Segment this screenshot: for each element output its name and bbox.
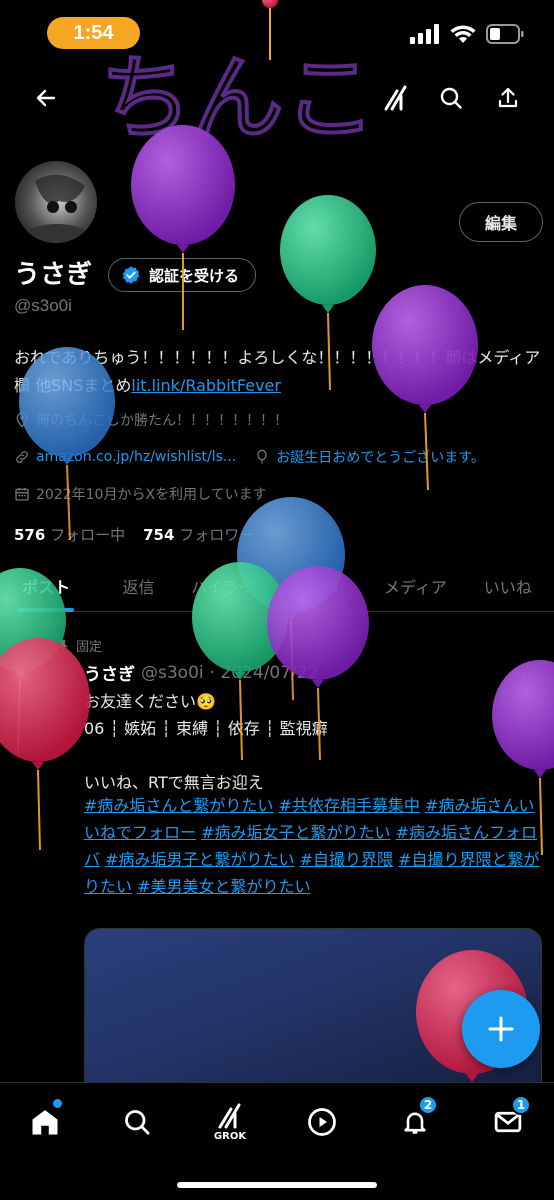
search-icon (440, 87, 462, 109)
post-hashtags: #病み垢さんと繋がりたい #共依存相手募集中 #病み垢さんいいねでフォロー #病… (84, 792, 546, 900)
compose-button[interactable] (462, 990, 540, 1068)
tab-posts[interactable]: ポスト (0, 560, 92, 612)
post-author-handle[interactable]: @s3o0i (141, 663, 204, 683)
nav-grok[interactable]: GROK (205, 1097, 255, 1147)
hashtag[interactable]: #病み垢男子と繋がりたい (105, 850, 294, 869)
hashtag[interactable]: #自撮り界隈 (300, 850, 393, 869)
back-button[interactable] (26, 78, 66, 118)
home-icon (32, 1110, 58, 1135)
grok-label: GROK (213, 1130, 247, 1142)
scribble-text: ちんこ (100, 45, 376, 150)
profile-location: 俺のちんこしか勝たん！！！！！！！！ (14, 410, 288, 430)
drawing-overlay: ちんこ (98, 43, 378, 150)
home-unread-dot (53, 1099, 62, 1108)
profile-website-row: amazon.co.jp/hz/wishlist/ls... お誕生日おめでとう… (14, 447, 485, 467)
balloon-red-1 (0, 638, 90, 851)
cellular-signal-icon (410, 24, 439, 44)
location-text: 俺のちんこしか勝たん！！！！！！！！ (36, 413, 288, 429)
website-link[interactable]: amazon.co.jp/hz/wishlist/ls... (36, 449, 236, 465)
battery-icon (486, 24, 524, 44)
following-link[interactable]: 576 フォロー中 (14, 524, 125, 545)
pinned-indicator: 固定 (56, 636, 102, 655)
post-author-name[interactable]: うさぎ (84, 660, 135, 685)
follow-stats: 576 フォロー中 754 フォロワー (14, 524, 254, 545)
post-line-2: 06 ┆ 嫉妬 ┆ 束縛 ┆ 依存 ┆ 監視癖 (84, 719, 328, 738)
profile-joined: 2022年10月からXを利用しています (14, 484, 267, 504)
bio-link[interactable]: lit.link/RabbitFever (131, 376, 281, 395)
notifications-badge: 2 (418, 1095, 438, 1115)
verified-badge-icon (122, 266, 140, 284)
search-icon (125, 1110, 150, 1135)
arrow-left-icon (36, 89, 56, 107)
profile-handle: @s3o0i (14, 296, 72, 315)
nav-messages[interactable]: 1 (483, 1095, 533, 1147)
profile-name: うさぎ (14, 260, 93, 290)
post-body: お友達ください🥺 06 ┆ 嫉妬 ┆ 束縛 ┆ 依存 ┆ 監視癖 いいね、RTで… (84, 688, 546, 796)
following-label: フォロー中 (50, 526, 126, 544)
nav-home[interactable] (20, 1097, 70, 1147)
search-button[interactable] (431, 78, 471, 118)
post-header: うさぎ @s3o0i · 2024/07/22 (84, 660, 319, 686)
following-count: 576 (14, 526, 46, 544)
profile-bio: おれでありちゅう！！！！！！よろしくな！！！！！！！！顔はメディア欄 他SNSま… (14, 344, 544, 400)
link-icon (16, 451, 28, 463)
status-icons (410, 24, 524, 44)
share-button[interactable] (488, 78, 528, 118)
hashtag[interactable]: #美男美女と繋がりたい (137, 877, 310, 896)
hashtag[interactable]: #共依存相手募集中 (279, 796, 420, 815)
balloon-birthday-icon (257, 449, 267, 464)
post-line-1: お友達ください🥺 (84, 692, 216, 711)
get-verified-button[interactable]: 認証を受ける (108, 258, 257, 292)
grok-header-button[interactable] (376, 78, 416, 118)
edit-profile-button[interactable]: 編集 (459, 202, 543, 242)
tab-articles[interactable]: 記事 (277, 560, 369, 611)
followers-label: フォロワー (179, 526, 255, 544)
hashtag[interactable]: #病み垢さんと繋がりたい (84, 796, 273, 815)
nav-search[interactable] (112, 1097, 162, 1147)
get-verified-label: 認証を受ける (149, 266, 240, 285)
nav-video[interactable] (297, 1097, 347, 1147)
pinned-label: 固定 (76, 640, 103, 655)
profile-tabs: ポスト 返信 ハイライト 記事 メディア いいね (0, 560, 554, 612)
hashtag[interactable]: #病み垢女子と繋がりたい (201, 823, 390, 842)
pin-icon (58, 639, 68, 651)
avatar[interactable] (12, 158, 100, 246)
play-icon (308, 1108, 336, 1136)
avatar-image (15, 161, 97, 243)
birthday-link[interactable]: お誕生日おめでとうございます。 (276, 447, 485, 467)
calendar-icon (15, 488, 29, 501)
tab-highlights[interactable]: ハイライト (185, 560, 277, 611)
balloon-purple-1 (131, 125, 235, 330)
grok-icon (384, 85, 407, 111)
followers-count: 754 (143, 526, 175, 544)
post-date[interactable]: · 2024/07/22 (210, 663, 319, 683)
tab-likes[interactable]: いいね (462, 560, 554, 611)
plus-icon (488, 1016, 514, 1042)
nav-notifications[interactable]: 2 (390, 1095, 440, 1147)
followers-link[interactable]: 754 フォロワー (143, 524, 254, 545)
location-pin-icon (16, 412, 28, 428)
post-more-button[interactable]: ··· (516, 664, 533, 685)
wifi-icon (450, 25, 476, 43)
share-icon (498, 87, 518, 108)
home-indicator (177, 1182, 377, 1188)
messages-badge: 1 (511, 1095, 531, 1115)
tab-media[interactable]: メディア (369, 560, 461, 611)
grok-icon (218, 1103, 241, 1128)
joined-text: 2022年10月からXを利用しています (36, 487, 267, 503)
tab-replies[interactable]: 返信 (92, 560, 184, 611)
